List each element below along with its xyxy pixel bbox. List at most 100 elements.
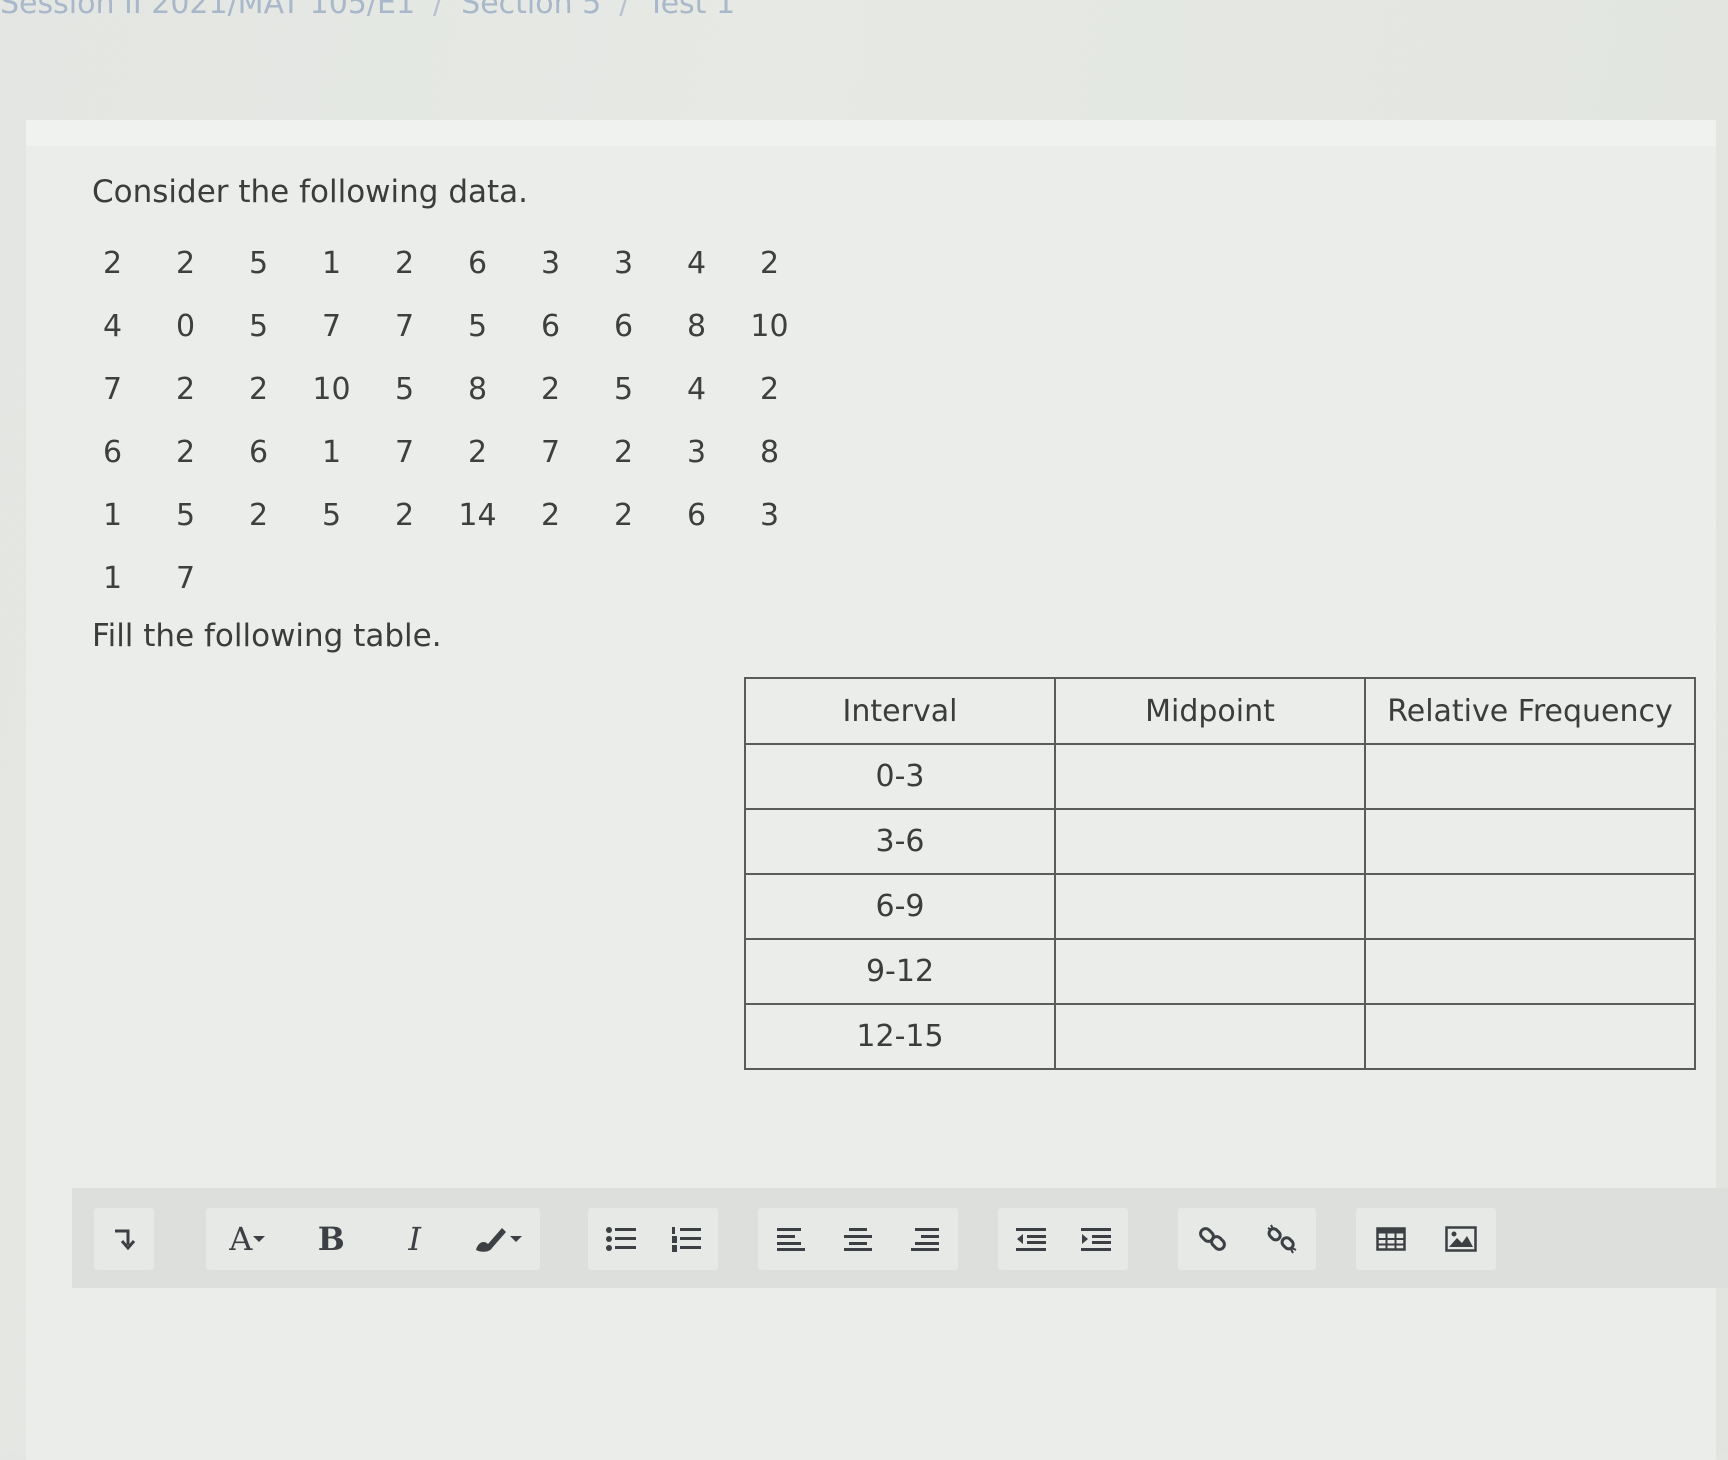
table-icon[interactable] bbox=[1364, 1212, 1418, 1266]
data-value: 6 bbox=[102, 435, 123, 470]
numbered-list-icon[interactable] bbox=[659, 1212, 713, 1266]
data-value: 7 bbox=[102, 372, 123, 407]
font-size-icon: A bbox=[229, 1220, 253, 1258]
link-icon[interactable] bbox=[1186, 1212, 1240, 1266]
data-value: 1 bbox=[321, 435, 342, 470]
text-color-icon[interactable] bbox=[471, 1212, 525, 1266]
data-value: 3 bbox=[686, 435, 707, 470]
data-value: 4 bbox=[686, 372, 707, 407]
toolbar-group-indent bbox=[998, 1208, 1128, 1270]
data-value: 6 bbox=[686, 498, 707, 533]
data-value: 1 bbox=[321, 246, 342, 281]
data-value: 2 bbox=[175, 435, 196, 470]
midpoint-cell[interactable] bbox=[1054, 1003, 1366, 1070]
data-value: 7 bbox=[540, 435, 561, 470]
header-relative-frequency: Relative Frequency bbox=[1364, 677, 1696, 745]
data-value: 2 bbox=[759, 246, 780, 281]
data-value: 2 bbox=[102, 246, 123, 281]
relative-frequency-cell[interactable] bbox=[1364, 1003, 1696, 1070]
data-value: 5 bbox=[613, 372, 634, 407]
toolbar-group-lists bbox=[588, 1208, 718, 1270]
data-value: 2 bbox=[394, 498, 415, 533]
breadcrumb: Session II 2021/MAT 105/E1 / Section 5 /… bbox=[0, 0, 735, 21]
data-row: 1 5 2 5 2 14 2 2 6 3 bbox=[76, 484, 806, 547]
bold-icon[interactable]: B bbox=[304, 1212, 358, 1266]
table-row: 6-9 bbox=[744, 873, 1696, 940]
indent-icon[interactable] bbox=[1069, 1212, 1123, 1266]
image-icon[interactable] bbox=[1434, 1212, 1488, 1266]
data-value: 5 bbox=[321, 498, 342, 533]
interval-cell: 12-15 bbox=[744, 1003, 1056, 1070]
data-value: 10 bbox=[312, 372, 351, 407]
font-size-button[interactable]: A bbox=[221, 1212, 275, 1266]
data-value: 2 bbox=[540, 498, 561, 533]
toolbar-group-format bbox=[94, 1208, 154, 1270]
data-value: 7 bbox=[394, 309, 415, 344]
data-value: 2 bbox=[613, 435, 634, 470]
paragraph-format-icon[interactable] bbox=[97, 1212, 151, 1266]
relative-frequency-cell[interactable] bbox=[1364, 743, 1696, 810]
unlink-icon[interactable] bbox=[1255, 1212, 1309, 1266]
data-value: 10 bbox=[750, 309, 789, 344]
midpoint-cell[interactable] bbox=[1054, 873, 1366, 940]
table-row: 12-15 bbox=[744, 1003, 1696, 1070]
data-value: 6 bbox=[540, 309, 561, 344]
data-value: 1 bbox=[102, 561, 123, 596]
data-value: 2 bbox=[175, 372, 196, 407]
table-row: 0-3 bbox=[744, 743, 1696, 810]
breadcrumb-item-session[interactable]: Session II 2021/MAT 105/E1 bbox=[0, 0, 415, 21]
toolbar-group-insert bbox=[1356, 1208, 1496, 1270]
data-value: 8 bbox=[467, 372, 488, 407]
data-row: 6 2 6 1 7 2 7 2 3 8 bbox=[76, 421, 806, 484]
data-value: 6 bbox=[467, 246, 488, 281]
midpoint-cell[interactable] bbox=[1054, 743, 1366, 810]
data-value: 8 bbox=[759, 435, 780, 470]
breadcrumb-item-test[interactable]: Test 1 bbox=[647, 0, 735, 21]
data-value: 0 bbox=[175, 309, 196, 344]
data-value: 7 bbox=[175, 561, 196, 596]
data-value: 2 bbox=[394, 246, 415, 281]
toolbar-group-align bbox=[758, 1208, 958, 1270]
data-value: 3 bbox=[613, 246, 634, 281]
italic-icon[interactable]: I bbox=[388, 1212, 442, 1266]
data-value: 5 bbox=[248, 309, 269, 344]
bullet-list-icon[interactable] bbox=[594, 1212, 648, 1266]
data-value: 2 bbox=[248, 498, 269, 533]
align-right-icon[interactable] bbox=[898, 1212, 952, 1266]
table-row: 3-6 bbox=[744, 808, 1696, 875]
relative-frequency-cell[interactable] bbox=[1364, 938, 1696, 1005]
outdent-icon[interactable] bbox=[1004, 1212, 1058, 1266]
data-value: 5 bbox=[467, 309, 488, 344]
editor-toolbar: A B I bbox=[72, 1188, 1728, 1288]
data-value: 2 bbox=[467, 435, 488, 470]
data-value: 2 bbox=[175, 246, 196, 281]
header-interval: Interval bbox=[744, 677, 1056, 745]
relative-frequency-cell[interactable] bbox=[1364, 808, 1696, 875]
midpoint-cell[interactable] bbox=[1054, 938, 1366, 1005]
midpoint-cell[interactable] bbox=[1054, 808, 1366, 875]
align-center-icon[interactable] bbox=[831, 1212, 885, 1266]
table-header-row: Interval Midpoint Relative Frequency bbox=[744, 677, 1696, 745]
data-value: 2 bbox=[613, 498, 634, 533]
data-value: 7 bbox=[321, 309, 342, 344]
frequency-table: Interval Midpoint Relative Frequency 0-3… bbox=[744, 677, 1696, 1070]
relative-frequency-cell[interactable] bbox=[1364, 873, 1696, 940]
data-value: 6 bbox=[248, 435, 269, 470]
data-grid: 2 2 5 1 2 6 3 3 4 2 4 0 5 7 7 5 6 6 8 10… bbox=[76, 232, 806, 610]
data-value: 4 bbox=[686, 246, 707, 281]
data-row: 1 7 bbox=[76, 547, 806, 610]
data-value: 5 bbox=[175, 498, 196, 533]
breadcrumb-item-section[interactable]: Section 5 bbox=[461, 0, 601, 21]
data-row: 2 2 5 1 2 6 3 3 4 2 bbox=[76, 232, 806, 295]
data-value: 4 bbox=[102, 309, 123, 344]
data-value: 14 bbox=[458, 498, 497, 533]
data-value: 7 bbox=[394, 435, 415, 470]
data-value: 2 bbox=[759, 372, 780, 407]
data-row: 4 0 5 7 7 5 6 6 8 10 bbox=[76, 295, 806, 358]
interval-cell: 9-12 bbox=[744, 938, 1056, 1005]
table-row: 9-12 bbox=[744, 938, 1696, 1005]
question-card-header bbox=[26, 120, 1716, 146]
data-value: 2 bbox=[540, 372, 561, 407]
align-left-icon[interactable] bbox=[764, 1212, 818, 1266]
data-value: 3 bbox=[540, 246, 561, 281]
